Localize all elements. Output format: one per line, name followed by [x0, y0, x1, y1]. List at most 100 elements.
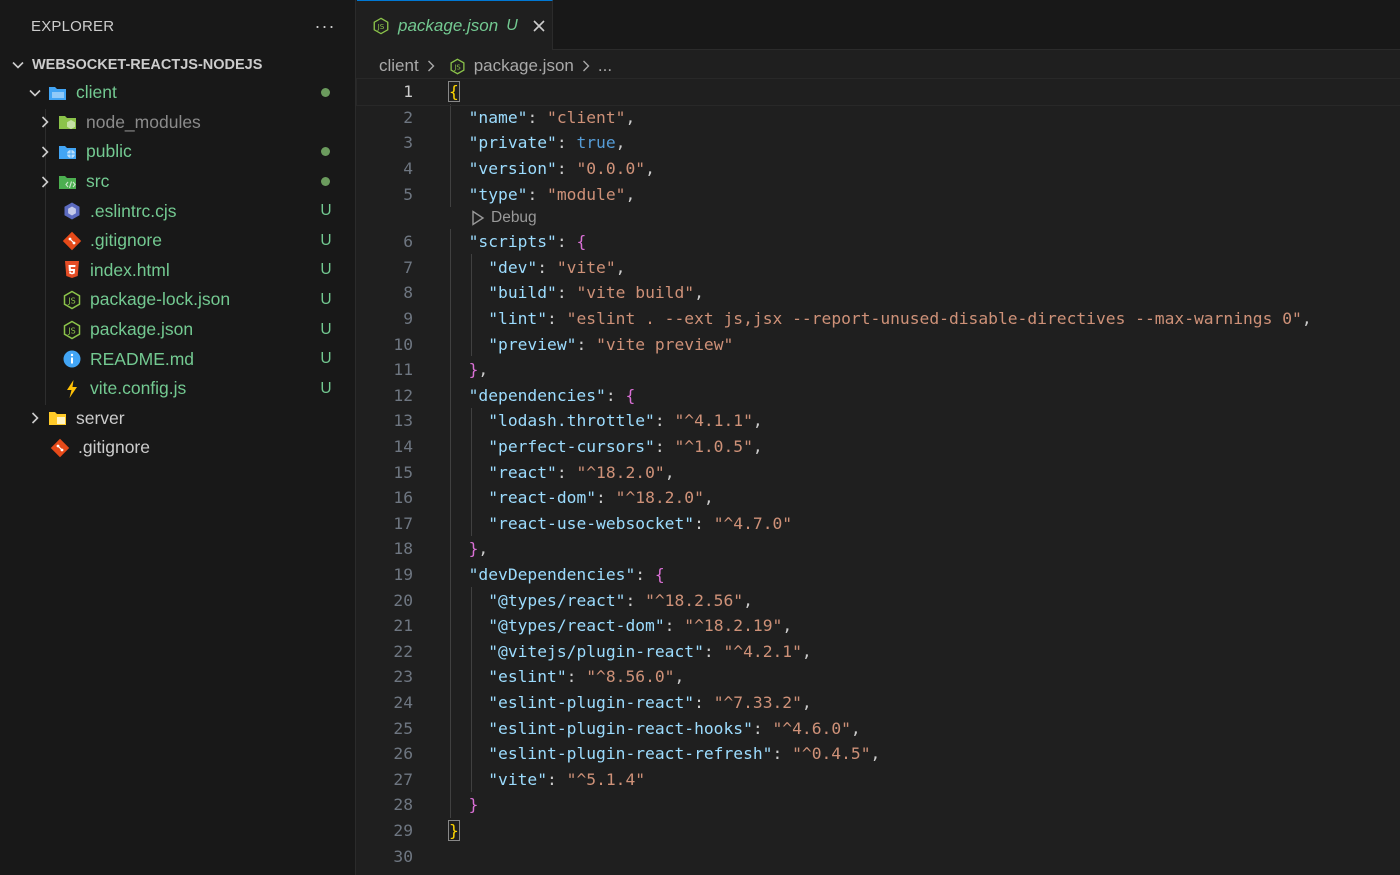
code-line: 29} [357, 818, 1400, 844]
json-value: "^7.33.2" [713, 692, 802, 712]
chevron-right-icon [26, 410, 44, 426]
json-key: "vite" [488, 769, 548, 789]
breadcrumb-file[interactable]: package.json [474, 56, 574, 76]
chevron-down-icon [10, 57, 28, 73]
debug-codelens[interactable]: Debug [357, 207, 1400, 229]
line-number: 4 [403, 159, 413, 179]
json-key: "lodash.throttle" [488, 411, 655, 431]
line-number: 20 [393, 590, 413, 610]
json-key: "build" [488, 283, 557, 303]
line-number: 15 [393, 462, 413, 482]
untracked-badge: U [320, 379, 332, 397]
json-key: "preview" [488, 334, 577, 354]
line-number: 22 [393, 641, 413, 661]
explorer-sidebar: EXPLORER ··· WEBSOCKET-REACTJS-NODEJS cl… [0, 0, 356, 875]
json-value: "client" [547, 107, 626, 127]
code-line: 3 "private": true, [357, 130, 1400, 156]
tree-item-label: client [76, 82, 117, 103]
close-icon[interactable] [530, 17, 548, 35]
svg-text:JS: JS [377, 22, 385, 31]
code-line: 22 "@vitejs/plugin-react": "^4.2.1", [357, 638, 1400, 664]
tree-item-node-modules[interactable]: node_modules [0, 108, 355, 138]
json-key: "eslint" [488, 667, 567, 687]
info-icon [62, 349, 82, 369]
code-line: 8 "build": "vite build", [357, 280, 1400, 306]
code-line: 5 "type": "module", [357, 181, 1400, 207]
untracked-badge: U [320, 320, 332, 338]
json-key: "perfect-cursors" [488, 437, 655, 457]
code-line: 13 "lodash.throttle": "^4.1.1", [357, 408, 1400, 434]
line-number: 10 [393, 334, 413, 354]
tree-item-server[interactable]: server [0, 404, 355, 434]
json-key: "@types/react" [488, 590, 626, 610]
json-key: "@types/react-dom" [488, 616, 665, 636]
folder-node-icon [58, 112, 78, 132]
line-number: 19 [393, 564, 413, 584]
tree-item-gitignore[interactable]: .gitignore U [0, 226, 355, 256]
code-line: 21 "@types/react-dom": "^18.2.19", [357, 613, 1400, 639]
json-key: "eslint-plugin-react-refresh" [488, 744, 773, 764]
tab-package-json[interactable]: JS package.json U [357, 0, 553, 50]
breadcrumb-folder[interactable]: client [379, 56, 419, 76]
tree-item-label: .gitignore [78, 437, 150, 458]
line-number: 6 [403, 232, 413, 252]
tree-item-root-gitignore[interactable]: .gitignore [0, 433, 355, 463]
line-number: 26 [393, 744, 413, 764]
tree-item-eslintrc[interactable]: .eslintrc.cjs U [0, 196, 355, 226]
explorer-title: EXPLORER [31, 17, 115, 35]
chevron-right-icon [36, 144, 54, 160]
tree-item-label: package-lock.json [90, 289, 231, 310]
tree-item-package-json[interactable]: JS package.json U [0, 315, 355, 345]
json-value: "^18.2.0" [576, 462, 665, 482]
tree-item-readme[interactable]: README.md U [0, 344, 355, 374]
line-number: 13 [393, 411, 413, 431]
modified-dot-indicator [321, 147, 330, 157]
tree-item-index-html[interactable]: index.html U [0, 256, 355, 286]
svg-text:JS: JS [67, 296, 75, 305]
code-line: 10 "preview": "vite preview" [357, 331, 1400, 357]
svg-text:JS: JS [67, 326, 75, 335]
code-line: 12 "dependencies": { [357, 383, 1400, 409]
code-line: 26 "eslint-plugin-react-refresh": "^0.4.… [357, 741, 1400, 767]
code-line: 25 "eslint-plugin-react-hooks": "^4.6.0"… [357, 715, 1400, 741]
json-value: true [576, 133, 616, 153]
tree-item-client[interactable]: client [0, 78, 355, 108]
code-line: 30 [357, 843, 1400, 869]
svg-text:JS: JS [453, 63, 460, 71]
json-key: "react-use-websocket" [488, 513, 695, 533]
tree-item-src[interactable]: src [0, 167, 355, 197]
line-number: 23 [393, 667, 413, 687]
code-line: 23 "eslint": "^8.56.0", [357, 664, 1400, 690]
code-line: 6 "scripts": { [357, 229, 1400, 255]
line-number: 8 [403, 283, 413, 303]
editor-area: JS package.json U client JS package.json… [356, 0, 1400, 875]
tree-item-vite-config[interactable]: vite.config.js U [0, 374, 355, 404]
json-key: "scripts" [468, 232, 557, 252]
line-number: 18 [393, 539, 413, 559]
chevron-right-icon [580, 59, 592, 73]
json-value: "eslint . --ext js,jsx --report-unused-d… [566, 309, 1302, 329]
code-line: 18 }, [357, 536, 1400, 562]
vite-icon [62, 379, 82, 399]
json-value: "0.0.0" [576, 159, 646, 179]
breadcrumb-more[interactable]: ... [598, 56, 612, 76]
code-line: 1{ [356, 78, 1400, 106]
tree-item-package-lock-json[interactable]: JS package-lock.json U [0, 285, 355, 315]
line-number: 7 [403, 257, 413, 277]
more-actions-button[interactable]: ··· [310, 16, 340, 37]
line-number: 24 [393, 692, 413, 712]
code-line: 28 } [357, 792, 1400, 818]
line-number: 27 [393, 769, 413, 789]
line-number: 2 [403, 107, 413, 127]
code-line: 17 "react-use-websocket": "^4.7.0" [357, 511, 1400, 537]
tree-item-label: src [86, 171, 110, 192]
json-key: "name" [468, 107, 528, 127]
project-root-header[interactable]: WEBSOCKET-REACTJS-NODEJS [0, 52, 355, 78]
line-number: 5 [403, 184, 413, 204]
debug-label: Debug [491, 208, 537, 226]
code-line: 14 "perfect-cursors": "^1.0.5", [357, 434, 1400, 460]
tree-item-public[interactable]: public [0, 137, 355, 167]
code-editor[interactable]: 1{ 2 "name": "client", 3 "private": true… [356, 78, 1400, 869]
json-key: "devDependencies" [468, 564, 636, 584]
code-line: 15 "react": "^18.2.0", [357, 459, 1400, 485]
